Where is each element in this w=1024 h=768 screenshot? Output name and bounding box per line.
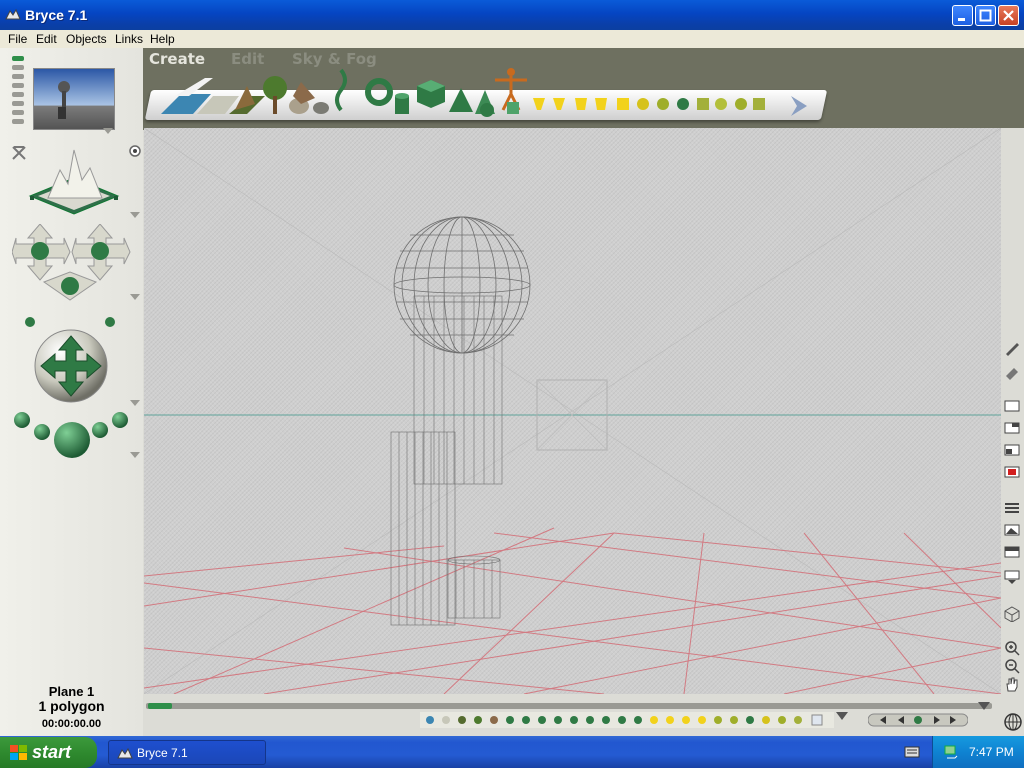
bryce-app-icon xyxy=(5,8,21,20)
windows-logo-icon xyxy=(10,745,27,760)
terrain-view-icon[interactable] xyxy=(1004,524,1020,536)
menu-bar: File Edit Objects Links Help xyxy=(0,30,1024,48)
pencil-icon[interactable] xyxy=(1004,340,1020,356)
preview-object-icon xyxy=(58,81,70,119)
pyramid-icon[interactable] xyxy=(449,88,473,112)
scene-wireframe xyxy=(144,128,1001,694)
camera-menu-arrow-icon[interactable] xyxy=(130,294,140,301)
torus-icon[interactable] xyxy=(365,78,393,106)
stone-icon[interactable] xyxy=(313,102,329,114)
taskbar-item-bryce[interactable]: Bryce 7.1 xyxy=(108,740,266,765)
dropdown-panel-icon[interactable] xyxy=(1004,570,1020,584)
camera-cross-control[interactable] xyxy=(12,224,132,302)
tree-icon[interactable] xyxy=(263,76,287,114)
ground-plane-grid xyxy=(144,527,1001,694)
zoom-out-icon[interactable] xyxy=(1004,658,1020,674)
network-tray-icon[interactable] xyxy=(943,744,959,760)
cube-view-icon[interactable] xyxy=(1004,606,1020,622)
nano-preview[interactable] xyxy=(33,68,115,130)
start-button[interactable]: start xyxy=(0,737,97,768)
view-control[interactable] xyxy=(28,140,120,218)
playback-controls[interactable] xyxy=(868,712,968,728)
maximize-button[interactable] xyxy=(975,5,996,26)
cylinder-wireframe-upper xyxy=(413,295,503,485)
time-readout: 00:00:00.00 xyxy=(41,718,102,730)
right-toolbar xyxy=(1001,128,1024,734)
zoom-ball-controls[interactable] xyxy=(10,404,134,464)
wireframe-viewport[interactable] xyxy=(144,128,1001,694)
mini-object-palette[interactable] xyxy=(420,710,834,730)
rock-icon[interactable] xyxy=(289,82,315,114)
palette-icons xyxy=(161,68,807,117)
polygon-count: 1 polygon xyxy=(38,698,105,714)
bryce-task-icon xyxy=(117,747,133,759)
close-button[interactable] xyxy=(998,5,1019,26)
render-red-icon[interactable] xyxy=(1004,466,1020,478)
menu-help[interactable]: Help xyxy=(150,32,175,46)
display-mode-icon[interactable] xyxy=(1004,400,1020,412)
mini-palette-arrow-icon[interactable] xyxy=(836,712,848,720)
list-icon[interactable] xyxy=(1004,502,1020,514)
minimize-button[interactable] xyxy=(952,5,973,26)
title-bar[interactable]: Bryce 7.1 xyxy=(0,0,1024,30)
window-title: Bryce 7.1 xyxy=(25,7,88,23)
more-objects-icon[interactable] xyxy=(533,96,807,116)
menu-file[interactable]: File xyxy=(8,32,27,46)
display-mode-3-icon[interactable] xyxy=(1004,444,1020,456)
panel-view-icon[interactable] xyxy=(1004,546,1020,558)
minimize-icon xyxy=(958,18,965,21)
start-label: start xyxy=(32,742,72,762)
sphere-icon[interactable] xyxy=(480,102,519,117)
eraser-icon[interactable] xyxy=(1004,364,1020,380)
sphere-wireframe xyxy=(393,216,531,354)
preview-menu-arrow-icon[interactable] xyxy=(103,128,113,135)
cylinder-wireframe-lower xyxy=(390,431,456,626)
close-icon xyxy=(1003,10,1014,21)
camera-dots[interactable] xyxy=(22,316,122,328)
zoom-menu-arrow-icon[interactable] xyxy=(130,452,140,459)
trackball-control[interactable] xyxy=(33,328,109,404)
cylinder-icon[interactable] xyxy=(395,93,409,114)
display-mode-2-icon[interactable] xyxy=(1004,422,1020,434)
zoom-in-icon[interactable] xyxy=(1004,640,1020,656)
cylinder-wireframe-small xyxy=(447,555,501,619)
symmetric-lattice-icon[interactable] xyxy=(335,68,347,112)
menu-objects[interactable]: Objects xyxy=(66,32,107,46)
hand-pan-icon[interactable] xyxy=(1004,676,1020,692)
menu-edit[interactable]: Edit xyxy=(36,32,57,46)
keyboard-tray-icon[interactable] xyxy=(904,745,920,759)
globe-icon[interactable] xyxy=(1003,712,1023,732)
camera-reset-icon[interactable] xyxy=(12,146,26,160)
view-menu-arrow-icon[interactable] xyxy=(130,212,140,219)
cube-icon[interactable] xyxy=(417,80,445,108)
task-label: Bryce 7.1 xyxy=(137,746,188,760)
system-tray: 7:47 PM xyxy=(932,736,1024,768)
selection-name: Plane 1 xyxy=(48,684,95,699)
clock[interactable]: 7:47 PM xyxy=(969,745,1014,759)
bottom-toolbar xyxy=(144,694,1001,736)
bryce-window: Bryce 7.1 File Edit Objects Links Help P… xyxy=(0,0,1024,736)
control-panel: Plane 1 1 polygon 00:00:00.00 xyxy=(0,48,143,736)
radio-dot-icon[interactable] xyxy=(128,144,142,158)
maximize-icon xyxy=(979,9,992,22)
menu-links[interactable]: Links xyxy=(115,32,143,46)
